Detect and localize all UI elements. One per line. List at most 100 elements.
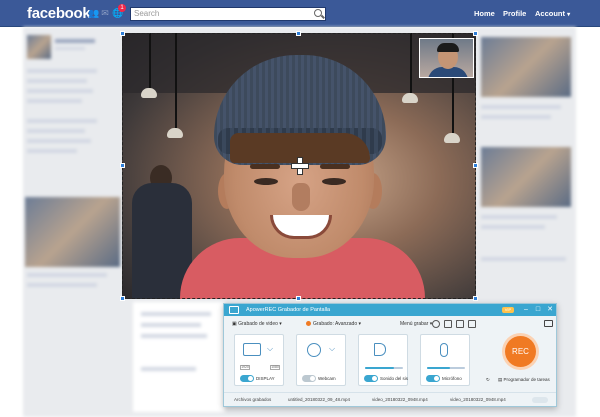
system-sound-card[interactable]: Sonido del sis — [358, 334, 408, 386]
task-scheduler-link[interactable]: ▤ Programador de tareas — [498, 377, 550, 383]
ad-text — [27, 273, 107, 277]
timer-icon[interactable] — [432, 320, 440, 328]
lamp-cord — [410, 33, 412, 93]
system-volume-slider[interactable] — [365, 367, 403, 369]
search-placeholder: Search — [134, 9, 160, 18]
lamp — [167, 128, 183, 138]
recorder-toolbar: ▣ Grabado de video ▾ Grabado: Avanzado ▾… — [224, 317, 556, 331]
system-sound-toggle[interactable] — [364, 375, 378, 382]
options-dropdown[interactable]: Menú grabar ▾ — [400, 317, 432, 331]
mic-volume-slider[interactable] — [427, 367, 465, 369]
recorder-title: ApowerREC Grabador de Pantalla — [246, 307, 331, 313]
resize-handle-sw[interactable] — [120, 296, 125, 301]
recorded-file[interactable]: video_20180322_0948.mp4 — [372, 393, 428, 407]
facebook-header: facebook 👥 ✉ 🌐 1 Search Home Profile Acc… — [0, 0, 600, 27]
screenshot-icon[interactable] — [468, 320, 476, 328]
resize-handle-w[interactable] — [120, 163, 125, 168]
resize-handle-ne[interactable] — [473, 31, 478, 36]
recorder-titlebar[interactable]: ApowerREC Grabador de Pantalla VIP – □ ✕ — [224, 304, 556, 316]
microphone-icon — [440, 343, 448, 357]
sidebar-line — [27, 99, 82, 103]
chevron-down-icon: ▾ — [567, 12, 571, 18]
feed-text — [141, 323, 201, 327]
width-box[interactable]: 1920 — [240, 365, 250, 370]
monitor-icon — [243, 343, 261, 356]
right-ad-text — [481, 257, 566, 261]
resize-handle-se[interactable] — [473, 296, 478, 301]
left-eyebrow — [250, 164, 280, 169]
record-state-dropdown[interactable]: Grabado: Avanzado ▾ — [306, 317, 361, 331]
nav-account-label: Account — [535, 9, 565, 18]
sidebar-line — [27, 139, 91, 143]
chevron-down-icon[interactable]: ⌵ — [329, 344, 335, 354]
feed-post — [133, 302, 225, 412]
more-files-button[interactable] — [532, 397, 548, 403]
resize-handle-e[interactable] — [473, 163, 478, 168]
chevron-down-icon[interactable]: ⌵ — [267, 344, 273, 354]
microphone-toggle[interactable] — [426, 375, 440, 382]
screen: facebook 👥 ✉ 🌐 1 Search Home Profile Acc… — [0, 0, 600, 417]
recorded-files-bar: Archivos grabados untitled_20180322_09_4… — [224, 392, 556, 406]
facebook-logo[interactable]: facebook — [27, 5, 91, 22]
recorded-file[interactable]: video_20180322_0948.mp4 — [450, 393, 506, 407]
sidebar-line — [27, 89, 93, 93]
height-box[interactable]: 1080 — [270, 365, 280, 370]
record-state-label: Grabado: Avanzado — [313, 321, 358, 327]
minimize-button[interactable]: – — [520, 304, 532, 316]
feed-text — [141, 367, 196, 371]
system-volume-fill — [365, 367, 394, 369]
rec-button[interactable]: REC — [505, 336, 536, 367]
messages-icon[interactable]: ✉ — [100, 8, 110, 18]
right-ad-text — [481, 115, 551, 119]
webcam-toggle[interactable] — [302, 375, 316, 382]
ad-text — [27, 283, 97, 287]
resize-handle-n[interactable] — [296, 31, 301, 36]
webcam-icon — [307, 343, 321, 357]
stop-icon[interactable] — [456, 320, 464, 328]
microphone-card[interactable]: Micrófono — [420, 334, 470, 386]
recorded-file[interactable]: untitled_20180322_09_48.mp4 — [288, 393, 350, 407]
right-eyebrow — [320, 164, 350, 169]
vip-badge[interactable]: VIP — [502, 307, 514, 313]
speaker-icon — [374, 343, 386, 356]
move-cursor-icon[interactable] — [291, 157, 309, 175]
lamp — [444, 133, 460, 143]
right-ad-text — [481, 215, 557, 219]
display-card[interactable]: ⌵ 1920 1080 DISPLAY — [234, 334, 284, 386]
options-label: Menú grabar — [400, 321, 429, 327]
notification-badge: 1 — [118, 4, 126, 12]
app-logo-icon — [229, 306, 239, 314]
webcam-pip[interactable] — [419, 38, 474, 78]
search-icon[interactable] — [314, 9, 322, 17]
refresh-icon[interactable]: ↻ — [486, 377, 490, 383]
maximize-button[interactable]: □ — [532, 304, 544, 316]
nav-profile[interactable]: Profile — [503, 9, 526, 18]
display-label: DISPLAY — [256, 376, 275, 381]
files-label: Archivos grabados — [234, 397, 272, 402]
record-mode-dropdown[interactable]: ▣ Grabado de video ▾ — [232, 317, 282, 331]
camera-icon[interactable] — [544, 320, 553, 327]
nav-account[interactable]: Account ▾ — [535, 9, 570, 18]
pip-hair — [437, 43, 459, 52]
right-ad-image — [481, 147, 571, 207]
sidebar-line — [27, 129, 85, 133]
friend-requests-icon[interactable]: 👥 — [88, 8, 99, 18]
profile-picture — [27, 35, 51, 59]
search-input[interactable]: Search — [130, 7, 326, 21]
right-eye — [322, 178, 346, 185]
resize-handle-nw[interactable] — [120, 31, 125, 36]
webcam-card[interactable]: ⌵ Webcam — [296, 334, 346, 386]
system-sound-label: Sonido del sis — [380, 376, 409, 381]
lamp-cord — [175, 33, 177, 128]
record-mode-label: Grabado de video — [238, 321, 278, 327]
sidebar-line — [27, 79, 87, 83]
right-ad-text — [481, 105, 561, 109]
close-button[interactable]: ✕ — [544, 304, 556, 316]
pause-icon[interactable] — [444, 320, 452, 328]
recorder-panel: ApowerREC Grabador de Pantalla VIP – □ ✕… — [223, 303, 557, 407]
feed-text — [141, 334, 207, 338]
display-toggle[interactable] — [240, 375, 254, 382]
mic-volume-fill — [427, 367, 450, 369]
resize-handle-s[interactable] — [296, 296, 301, 301]
nav-home[interactable]: Home — [474, 9, 495, 18]
